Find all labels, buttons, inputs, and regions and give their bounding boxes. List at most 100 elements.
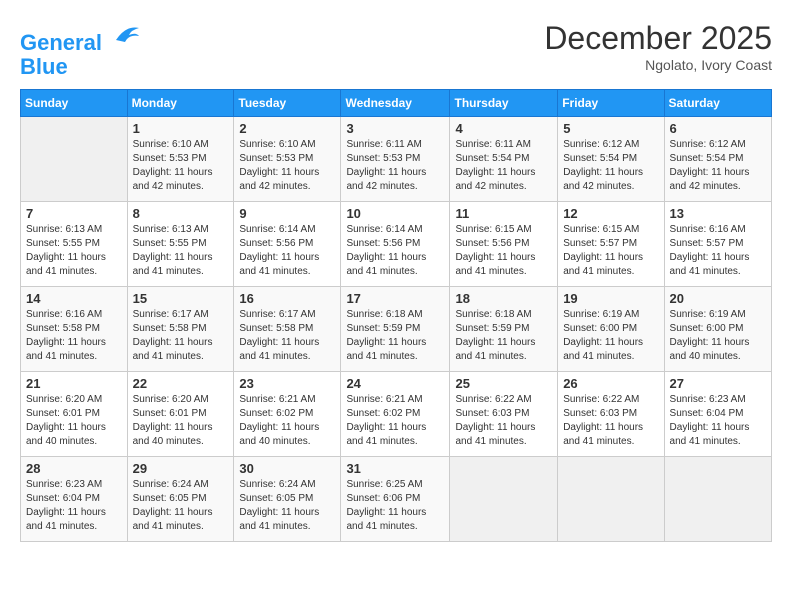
day-number: 19 bbox=[563, 291, 658, 306]
calendar-table: SundayMondayTuesdayWednesdayThursdayFrid… bbox=[20, 89, 772, 542]
logo-general: General bbox=[20, 30, 102, 55]
calendar-cell: 17 Sunrise: 6:18 AMSunset: 5:59 PMDayligh… bbox=[341, 287, 450, 372]
weekday-header-monday: Monday bbox=[127, 90, 234, 117]
calendar-cell: 6Sunrise: 6:12 AMSunset: 5:54 PMDaylight… bbox=[664, 117, 771, 202]
day-info: Sunrise: 6:17 AMSunset: 5:58 PMDaylight:… bbox=[133, 308, 229, 364]
calendar-cell: 19 Sunrise: 6:19 AMSunset: 6:00 PMDayligh… bbox=[558, 287, 664, 372]
calendar-cell: 11Sunrise: 6:15 AMSunset: 5:56 PMDayligh… bbox=[450, 202, 558, 287]
day-info: Sunrise: 6:23 AMSunset: 6:04 PMDaylight:… bbox=[670, 393, 766, 449]
calendar-cell: 2 Sunrise: 6:10 AMSunset: 5:53 PMDaylight… bbox=[234, 117, 341, 202]
day-info: Sunrise: 6:24 AMSunset: 6:05 PMDaylight:… bbox=[239, 478, 335, 534]
day-number: 21 bbox=[26, 376, 122, 391]
day-number: 22 bbox=[133, 376, 229, 391]
day-number: 26 bbox=[563, 376, 658, 391]
day-info: Sunrise: 6:18 AMSunset: 5:59 PMDaylight:… bbox=[455, 308, 552, 364]
day-info: Sunrise: 6:20 AMSunset: 6:01 PMDaylight:… bbox=[133, 393, 229, 449]
day-number: 20 bbox=[670, 291, 766, 306]
calendar-cell: 24Sunrise: 6:21 AMSunset: 6:02 PMDayligh… bbox=[341, 372, 450, 457]
day-info: Sunrise: 6:16 AMSunset: 5:58 PMDaylight:… bbox=[26, 308, 122, 364]
calendar-week-row: 14 Sunrise: 6:16 AMSunset: 5:58 PMDayligh… bbox=[21, 287, 772, 372]
day-info: Sunrise: 6:19 AMSunset: 6:00 PMDaylight:… bbox=[563, 308, 658, 364]
calendar-cell: 3Sunrise: 6:11 AMSunset: 5:53 PMDaylight… bbox=[341, 117, 450, 202]
day-info: Sunrise: 6:11 AMSunset: 5:53 PMDaylight:… bbox=[346, 138, 444, 194]
calendar-cell: 15 Sunrise: 6:17 AMSunset: 5:58 PMDayligh… bbox=[127, 287, 234, 372]
page-header: General Blue December 2025 Ngolato, Ivor… bbox=[20, 20, 772, 79]
title-block: December 2025 Ngolato, Ivory Coast bbox=[544, 20, 772, 73]
calendar-cell: 14 Sunrise: 6:16 AMSunset: 5:58 PMDayligh… bbox=[21, 287, 128, 372]
day-number: 8 bbox=[133, 206, 229, 221]
day-number: 27 bbox=[670, 376, 766, 391]
day-info: Sunrise: 6:25 AMSunset: 6:06 PMDaylight:… bbox=[346, 478, 444, 534]
calendar-cell: 29 Sunrise: 6:24 AMSunset: 6:05 PMDayligh… bbox=[127, 457, 234, 542]
calendar-cell: 28 Sunrise: 6:23 AMSunset: 6:04 PMDayligh… bbox=[21, 457, 128, 542]
logo-blue: Blue bbox=[20, 55, 141, 79]
day-number: 15 bbox=[133, 291, 229, 306]
day-info: Sunrise: 6:20 AMSunset: 6:01 PMDaylight:… bbox=[26, 393, 122, 449]
day-number: 18 bbox=[455, 291, 552, 306]
day-number: 11 bbox=[455, 206, 552, 221]
day-number: 7 bbox=[26, 206, 122, 221]
calendar-cell bbox=[450, 457, 558, 542]
day-info: Sunrise: 6:21 AMSunset: 6:02 PMDaylight:… bbox=[239, 393, 335, 449]
logo-bird-icon bbox=[111, 20, 141, 50]
day-info: Sunrise: 6:14 AMSunset: 5:56 PMDaylight:… bbox=[239, 223, 335, 279]
day-info: Sunrise: 6:21 AMSunset: 6:02 PMDaylight:… bbox=[346, 393, 444, 449]
calendar-cell: 20Sunrise: 6:19 AMSunset: 6:00 PMDayligh… bbox=[664, 287, 771, 372]
day-number: 9 bbox=[239, 206, 335, 221]
location-subtitle: Ngolato, Ivory Coast bbox=[544, 57, 772, 73]
day-info: Sunrise: 6:24 AMSunset: 6:05 PMDaylight:… bbox=[133, 478, 229, 534]
day-info: Sunrise: 6:13 AMSunset: 5:55 PMDaylight:… bbox=[133, 223, 229, 279]
calendar-cell: 27 Sunrise: 6:23 AMSunset: 6:04 PMDayligh… bbox=[664, 372, 771, 457]
day-number: 12 bbox=[563, 206, 658, 221]
day-number: 29 bbox=[133, 461, 229, 476]
day-number: 17 bbox=[346, 291, 444, 306]
day-info: Sunrise: 6:18 AMSunset: 5:59 PMDaylight:… bbox=[346, 308, 444, 364]
calendar-cell: 26Sunrise: 6:22 AMSunset: 6:03 PMDayligh… bbox=[558, 372, 664, 457]
calendar-cell: 31 Sunrise: 6:25 AMSunset: 6:06 PMDayligh… bbox=[341, 457, 450, 542]
day-info: Sunrise: 6:22 AMSunset: 6:03 PMDaylight:… bbox=[455, 393, 552, 449]
day-info: Sunrise: 6:12 AMSunset: 5:54 PMDaylight:… bbox=[670, 138, 766, 194]
calendar-cell: 13 Sunrise: 6:16 AMSunset: 5:57 PMDayligh… bbox=[664, 202, 771, 287]
weekday-header-thursday: Thursday bbox=[450, 90, 558, 117]
calendar-cell: 18 Sunrise: 6:18 AMSunset: 5:59 PMDayligh… bbox=[450, 287, 558, 372]
month-title: December 2025 bbox=[544, 20, 772, 57]
day-number: 16 bbox=[239, 291, 335, 306]
calendar-cell: 25Sunrise: 6:22 AMSunset: 6:03 PMDayligh… bbox=[450, 372, 558, 457]
day-info: Sunrise: 6:16 AMSunset: 5:57 PMDaylight:… bbox=[670, 223, 766, 279]
day-info: Sunrise: 6:10 AMSunset: 5:53 PMDaylight:… bbox=[133, 138, 229, 194]
weekday-header-sunday: Sunday bbox=[21, 90, 128, 117]
calendar-cell: 5Sunrise: 6:12 AMSunset: 5:54 PMDaylight… bbox=[558, 117, 664, 202]
day-number: 10 bbox=[346, 206, 444, 221]
calendar-cell: 16 Sunrise: 6:17 AMSunset: 5:58 PMDayligh… bbox=[234, 287, 341, 372]
day-number: 30 bbox=[239, 461, 335, 476]
calendar-cell: 12Sunrise: 6:15 AMSunset: 5:57 PMDayligh… bbox=[558, 202, 664, 287]
day-number: 14 bbox=[26, 291, 122, 306]
calendar-week-row: 1Sunrise: 6:10 AMSunset: 5:53 PMDaylight… bbox=[21, 117, 772, 202]
calendar-week-row: 7 Sunrise: 6:13 AMSunset: 5:55 PMDaylight… bbox=[21, 202, 772, 287]
day-info: Sunrise: 6:10 AMSunset: 5:53 PMDaylight:… bbox=[239, 138, 335, 194]
day-info: Sunrise: 6:13 AMSunset: 5:55 PMDaylight:… bbox=[26, 223, 122, 279]
calendar-cell bbox=[21, 117, 128, 202]
day-number: 2 bbox=[239, 121, 335, 136]
day-number: 28 bbox=[26, 461, 122, 476]
logo: General Blue bbox=[20, 20, 141, 79]
calendar-cell: 7 Sunrise: 6:13 AMSunset: 5:55 PMDaylight… bbox=[21, 202, 128, 287]
calendar-cell: 4Sunrise: 6:11 AMSunset: 5:54 PMDaylight… bbox=[450, 117, 558, 202]
weekday-header-tuesday: Tuesday bbox=[234, 90, 341, 117]
weekday-header-saturday: Saturday bbox=[664, 90, 771, 117]
day-info: Sunrise: 6:11 AMSunset: 5:54 PMDaylight:… bbox=[455, 138, 552, 194]
calendar-cell: 1Sunrise: 6:10 AMSunset: 5:53 PMDaylight… bbox=[127, 117, 234, 202]
day-info: Sunrise: 6:23 AMSunset: 6:04 PMDaylight:… bbox=[26, 478, 122, 534]
day-number: 13 bbox=[670, 206, 766, 221]
calendar-cell: 9 Sunrise: 6:14 AMSunset: 5:56 PMDaylight… bbox=[234, 202, 341, 287]
calendar-cell: 30 Sunrise: 6:24 AMSunset: 6:05 PMDayligh… bbox=[234, 457, 341, 542]
calendar-cell: 21 Sunrise: 6:20 AMSunset: 6:01 PMDayligh… bbox=[21, 372, 128, 457]
day-info: Sunrise: 6:14 AMSunset: 5:56 PMDaylight:… bbox=[346, 223, 444, 279]
day-number: 31 bbox=[346, 461, 444, 476]
day-number: 23 bbox=[239, 376, 335, 391]
weekday-header-row: SundayMondayTuesdayWednesdayThursdayFrid… bbox=[21, 90, 772, 117]
weekday-header-friday: Friday bbox=[558, 90, 664, 117]
day-info: Sunrise: 6:17 AMSunset: 5:58 PMDaylight:… bbox=[239, 308, 335, 364]
logo-text: General bbox=[20, 20, 141, 55]
calendar-week-row: 28 Sunrise: 6:23 AMSunset: 6:04 PMDayligh… bbox=[21, 457, 772, 542]
